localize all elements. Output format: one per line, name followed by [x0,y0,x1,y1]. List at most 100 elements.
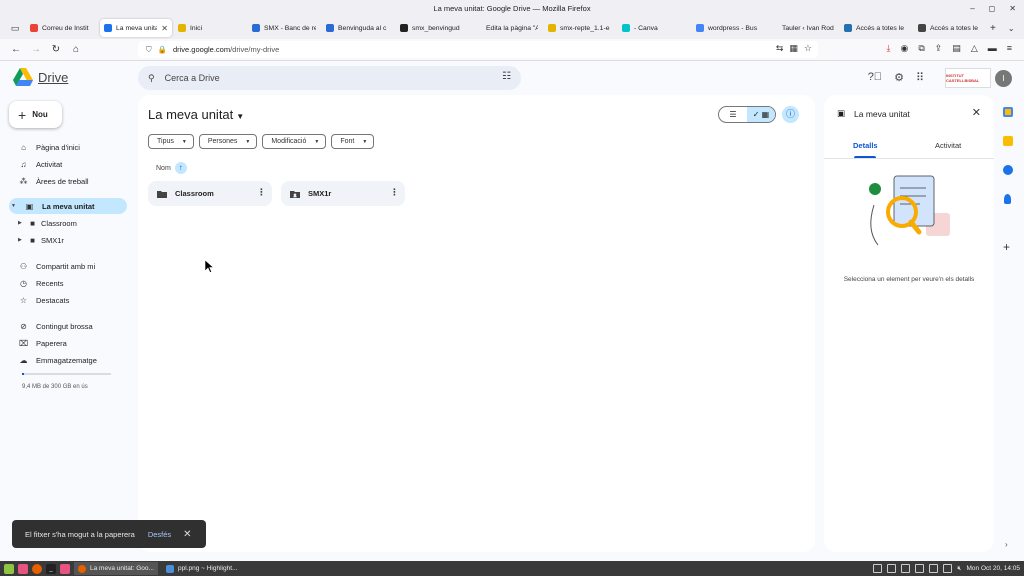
new-tab-icon[interactable]: + [990,23,996,34]
drive-logo[interactable]: Drive [13,68,68,86]
close-window-icon[interactable]: ✕ [1009,0,1016,17]
sidebar-item-starred[interactable]: ☆ Destacats [9,292,127,308]
shield-icon[interactable]: ⛉ [146,45,152,55]
get-addons-icon[interactable]: + [1003,240,1010,254]
reload-icon[interactable]: ↻ [46,44,66,55]
tasks-icon[interactable] [1003,165,1013,175]
keep-icon[interactable] [1003,136,1013,146]
close-tab-icon[interactable]: ✕ [161,24,168,33]
browser-tab[interactable]: Benvinguda al c [322,19,394,37]
organization-logo[interactable]: INSTITUT CASTELLBISBAL [945,68,991,88]
library-icon[interactable]: ▤ [952,43,961,54]
more-options-icon[interactable]: ⋮ [390,187,399,198]
help-icon[interactable]: ?⃝ [868,71,882,84]
sidebar-item-shared[interactable]: ⚇ Compartit amb mi [9,258,127,274]
extensions-icon[interactable]: ⧉ [918,43,924,54]
browser-tab[interactable]: - Canva [618,19,690,37]
info-icon[interactable]: ⓘ [782,106,799,123]
menu-icon[interactable]: ≡ [1007,43,1012,54]
display-icon[interactable] [873,564,883,573]
sidebar-item-my-drive[interactable]: ▼ ▣ La meva unitat [9,198,127,214]
tab-activity[interactable]: Activitat [935,141,961,150]
sidebar-item-activity[interactable]: ♫ Activitat [9,156,127,172]
bookmark-star-icon[interactable]: ☆ [804,43,812,54]
folder-card-smx1r[interactable]: SMX1r ⋮ [281,181,405,206]
drive-ext-icon[interactable]: △ [971,43,978,54]
sidebar-item-trash[interactable]: ⌧ Paperera [9,335,127,351]
grid-view-button[interactable]: ✓ ▦ [747,107,775,122]
search-bar[interactable]: ⚲ Cerca a Drive ☷ [138,66,521,90]
browser-tab[interactable]: wordpress - Bus [692,19,764,37]
terminal-icon[interactable]: _ [46,563,56,574]
minimize-icon[interactable]: – [970,0,974,17]
browser-tab[interactable]: smx-repte_1.1-e [544,19,616,37]
bluetooth-icon[interactable] [943,564,953,573]
forward-icon[interactable]: → [26,44,46,55]
calendar-icon[interactable] [1003,107,1013,117]
folder-card-classroom[interactable]: Classroom ⋮ [148,181,272,206]
address-bar[interactable]: ⛉ 🔒 drive.google.com/drive/my-drive ⇆ ▦ … [138,41,818,58]
page-title[interactable]: La meva unitat ▼ [148,107,244,122]
downloads-icon[interactable]: ⤓ [886,43,890,54]
avatar[interactable]: I [995,70,1012,87]
sidebar-item-workspaces[interactable]: ⁂ Àrees de treball [9,173,127,189]
tab-overview-icon[interactable]: ▭ [4,17,26,39]
list-view-button[interactable]: ☰ [719,107,747,122]
list-all-tabs-icon[interactable]: ⌄ [1008,24,1015,33]
undo-button[interactable]: Desfés [148,530,171,539]
browser-tab[interactable]: smx_benvingud [396,19,468,37]
sort-control[interactable]: Nom ↑ [156,162,187,174]
browser-tab[interactable]: La meva unitat ✕ [100,19,172,37]
battery-icon[interactable] [887,564,897,573]
volume-muted-icon[interactable]: 🔇︎ [957,565,961,573]
account-icon[interactable]: ◉ [900,43,908,54]
launcher-icon[interactable] [18,563,28,574]
search-options-icon[interactable]: ☷ [502,71,511,82]
taskbar-app-highlight[interactable]: ppl.png ~ Highlight... [162,562,246,575]
browser-tab[interactable]: Tauler ‹ Ivan Rodrig [766,19,838,37]
qr-icon[interactable]: ▦ [789,43,798,54]
sidebar-item-recent[interactable]: ◷ Recents [9,275,127,291]
sidebar-item-home[interactable]: ⌂ Pàgina d'inici [9,139,127,155]
browser-tab[interactable]: Accés a totes le [914,19,986,37]
sort-arrow-up-icon[interactable]: ↑ [174,162,187,174]
filter-type[interactable]: Tipus ▼ [148,134,194,149]
maximize-icon[interactable]: ◻ [989,0,996,17]
browser-tab[interactable]: Correu de Instit [26,19,98,37]
taskbar-app-firefox[interactable]: La meva unitat: Goo... [74,562,158,575]
expand-arrow-icon[interactable]: ▶ [18,220,24,226]
close-icon[interactable]: ✕ [972,106,981,119]
expand-arrow-icon[interactable]: ▼ [11,203,17,209]
browser-tab[interactable]: Accés a totes le [840,19,912,37]
browser-tab[interactable]: SMX - Banc de re [248,19,320,37]
files-icon[interactable] [60,563,70,574]
browser-tab[interactable]: Edita la pàgina "Acc [470,19,542,37]
filter-modified[interactable]: Modificació ▼ [262,134,327,149]
more-options-icon[interactable]: ⋮ [257,187,266,198]
clock[interactable]: Mon Oct 20, 14:05 [967,565,1020,572]
sidebar-ext-icon[interactable]: ▬ [988,43,997,54]
notes-icon[interactable] [915,564,925,573]
share-icon[interactable]: ⇪ [935,43,943,54]
clipboard-icon[interactable] [901,564,911,573]
translate-icon[interactable]: ⇆ [776,43,784,54]
sidebar-item-classroom[interactable]: ▶ ■ Classroom [18,215,128,231]
sidebar-item-smx1r[interactable]: ▶ ■ SMX1r [18,232,128,248]
lock-icon[interactable]: 🔒 [158,45,167,54]
home-button-icon[interactable]: ⌂ [66,44,86,55]
back-icon[interactable]: ← [6,44,26,55]
contacts-icon[interactable] [1004,194,1011,204]
firefox-icon[interactable] [32,563,42,574]
filter-people[interactable]: Persones ▼ [198,134,258,149]
network-icon[interactable] [929,564,939,573]
tab-details[interactable]: Detalls [853,141,878,150]
close-icon[interactable]: ✕ [183,529,191,540]
sidebar-item-storage[interactable]: ☁ Emmagatzematge [9,352,127,368]
browser-tab[interactable]: Inici [174,19,246,37]
apps-grid-icon[interactable]: ⠿ [916,71,924,84]
new-button[interactable]: + Nou [9,101,62,128]
expand-arrow-icon[interactable]: ▶ [18,237,24,243]
sidebar-item-spam[interactable]: ⊘ Contingut brossa [9,318,127,334]
filter-source[interactable]: Font ▼ [331,134,375,149]
settings-gear-icon[interactable]: ⚙ [894,71,904,84]
